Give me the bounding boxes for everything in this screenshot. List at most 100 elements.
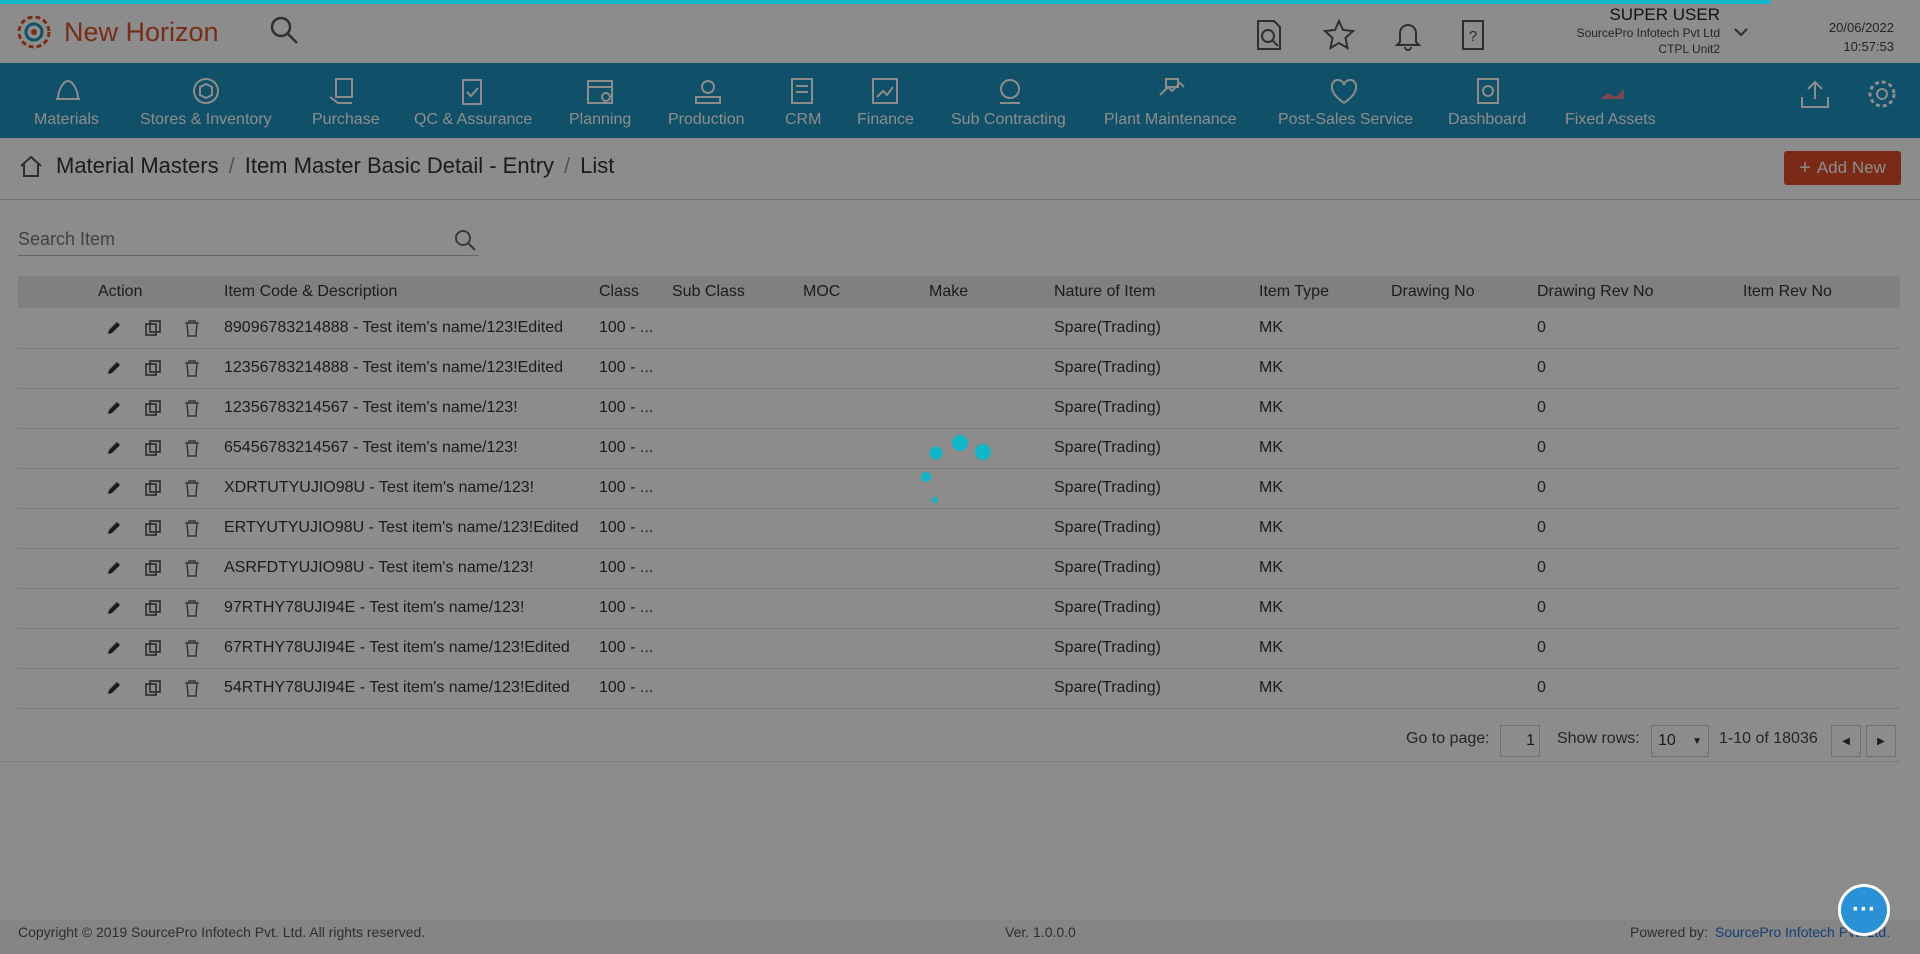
copy-icon[interactable] [144,439,162,457]
table-row[interactable]: ERTYUTYUJIO98U - Test item's name/123!Ed… [18,508,1900,548]
col-class[interactable]: Class [599,276,672,308]
delete-icon[interactable] [184,679,200,697]
edit-icon[interactable] [106,560,122,576]
col-nature[interactable]: Nature of Item [1054,276,1259,308]
add-new-button[interactable]: + Add New [1784,151,1901,185]
edit-icon[interactable] [106,480,122,496]
edit-icon[interactable] [106,440,122,456]
breadcrumb-separator: / [228,153,235,178]
item-make [929,388,1054,428]
item-moc [803,668,929,708]
search-input[interactable] [18,224,448,254]
edit-icon[interactable] [106,680,122,696]
edit-icon[interactable] [106,600,122,616]
table-row[interactable]: 12356783214567 - Test item's name/123! 10… [18,388,1900,428]
item-make [929,508,1054,548]
item-rev-no [1743,388,1900,428]
copy-icon[interactable] [144,639,162,657]
date-time: 20/06/2022 10:57:53 [1760,18,1894,56]
delete-icon[interactable] [184,319,200,337]
table-row[interactable]: 97RTHY78UJI94E - Test item's name/123! 10… [18,588,1900,628]
service-icon [1330,78,1358,105]
item-drawing-rev: 0 [1537,559,1546,576]
item-class: 100 - ... [599,318,654,336]
copy-icon[interactable] [144,519,162,537]
delete-icon[interactable] [184,599,200,617]
item-class: 100 - ... [599,559,654,576]
col-item-type[interactable]: Item Type [1259,276,1391,308]
item-moc [803,628,929,668]
goto-page-input[interactable]: 1 [1500,725,1540,757]
star-icon[interactable] [1322,18,1356,52]
item-make [929,348,1054,388]
copy-icon[interactable] [144,559,162,577]
table-row[interactable]: 89096783214888 - Test item's name/123!Ed… [18,308,1900,348]
copy-icon[interactable] [144,319,162,337]
copy-icon[interactable] [144,679,162,697]
prev-page-button[interactable]: ◀ [1831,725,1861,757]
col-item-code[interactable]: Item Code & Description [224,276,599,308]
item-class: 100 - ... [599,479,654,496]
caret-right-icon: ▶ [1877,735,1885,747]
item-moc [803,348,929,388]
col-drawing-no[interactable]: Drawing No [1391,276,1537,308]
item-sub-class [672,388,803,428]
table-row[interactable]: 12356783214888 - Test item's name/123!Ed… [18,348,1900,388]
item-sub-class [672,588,803,628]
copy-icon[interactable] [144,599,162,617]
edit-icon[interactable] [106,520,122,536]
col-sub-class[interactable]: Sub Class [672,276,803,308]
delete-icon[interactable] [184,439,200,457]
delete-icon[interactable] [184,519,200,537]
copy-icon[interactable] [144,479,162,497]
item-rev-no [1743,428,1900,468]
edit-icon[interactable] [106,400,122,416]
item-drawing-no [1391,548,1537,588]
edit-icon[interactable] [106,320,122,336]
search-icon[interactable] [453,228,477,252]
item-rev-no [1743,508,1900,548]
edit-icon[interactable] [106,360,122,376]
user-info[interactable]: SUPER USER SourcePro Infotech Pvt Ltd CT… [1540,5,1720,57]
col-drawing-rev[interactable]: Drawing Rev No [1537,276,1743,308]
copy-icon[interactable] [144,399,162,417]
upload-icon[interactable] [1798,77,1832,111]
col-item-rev[interactable]: Item Rev No [1743,276,1900,308]
chevron-down-icon[interactable] [1733,24,1749,40]
col-moc[interactable]: MOC [803,276,929,308]
item-make [929,588,1054,628]
app-logo[interactable]: New Horizon [14,12,219,52]
gear-logo-icon [17,15,51,49]
breadcrumb-item-master[interactable]: Item Master Basic Detail - Entry [245,153,554,179]
search-item-field[interactable] [18,224,479,256]
delete-icon[interactable] [184,359,200,377]
module-navbar: Materials Stores & Inventory Purchase QC… [0,63,1920,138]
copy-icon[interactable] [144,359,162,377]
table-row[interactable]: ASRFDTYUJIO98U - Test item's name/123! 10… [18,548,1900,588]
home-icon[interactable] [18,153,44,179]
help-book-icon[interactable]: ? [1456,18,1490,52]
settings-gear-icon[interactable] [1865,77,1899,111]
chat-bubble-button[interactable]: ··· [1838,884,1890,936]
item-moc [803,548,929,588]
item-sub-class [672,308,803,348]
delete-icon[interactable] [184,639,200,657]
delete-icon[interactable] [184,559,200,577]
item-class: 100 - ... [599,639,654,656]
delete-icon[interactable] [184,399,200,417]
item-drawing-no [1391,428,1537,468]
delete-icon[interactable] [184,479,200,497]
rows-select[interactable]: 10 ▼ [1651,725,1709,757]
table-row[interactable]: 67RTHY78UJI94E - Test item's name/123!Ed… [18,628,1900,668]
breadcrumb-material-masters[interactable]: Material Masters [56,153,219,179]
bell-icon[interactable] [1391,18,1425,52]
document-search-icon[interactable] [1252,18,1286,52]
item-moc [803,308,929,348]
table-row[interactable]: 54RTHY78UJI94E - Test item's name/123!Ed… [18,668,1900,708]
item-moc [803,388,929,428]
edit-icon[interactable] [106,640,122,656]
next-page-button[interactable]: ▶ [1866,725,1896,757]
search-icon[interactable] [268,14,300,46]
col-make[interactable]: Make [929,276,1054,308]
nav-label: Post-Sales Service [1278,111,1414,128]
